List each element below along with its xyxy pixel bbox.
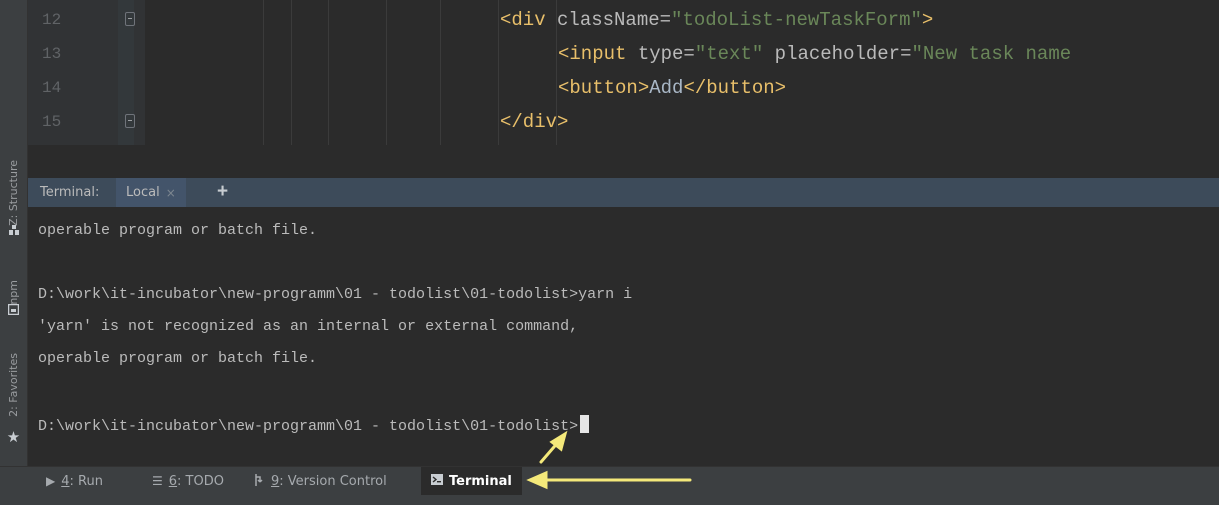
left-tool-strip: Z: Structure npm 2: Favorites ★ <box>0 0 28 466</box>
ide-window: 12 <div className="todoList-newTaskForm"… <box>0 0 1219 505</box>
code-attribute: className= <box>557 9 672 31</box>
code-string: "New task name <box>911 43 1072 65</box>
npm-icon <box>0 301 27 317</box>
code-line-12: 12 <div className="todoList-newTaskForm"… <box>28 6 1219 34</box>
text-cursor <box>580 415 590 433</box>
list-icon: ☰ <box>152 474 163 488</box>
code-line-14: 14 <button>Add</button> <box>28 74 1219 102</box>
vcs-icon <box>254 473 265 489</box>
terminal-tab-label: Terminal <box>449 473 512 489</box>
terminal-tab-local[interactable]: Local × <box>116 178 186 207</box>
code-tag: </div> <box>500 111 569 133</box>
terminal-output[interactable]: operable program or batch file. D:\work\… <box>28 207 1219 466</box>
version-control-tool-tab[interactable]: 9: Version Control <box>254 467 387 495</box>
favorites-tool-tab[interactable]: 2: Favorites <box>0 345 27 425</box>
terminal-line: 'yarn' is not recognized as an internal … <box>38 318 579 335</box>
close-icon[interactable]: × <box>166 186 176 200</box>
line-number: 12 <box>42 11 62 29</box>
code-line-15: 15 </div> <box>28 108 1219 136</box>
code-text: </div> <box>500 111 568 133</box>
code-attribute: placeholder= <box>763 43 912 65</box>
structure-tab-label: Z: Structure <box>7 159 20 226</box>
code-tag: <div <box>500 9 558 31</box>
terminal-prompt: D:\work\it-incubator\new-programm\01 - t… <box>38 418 579 435</box>
code-string: "text" <box>694 43 764 65</box>
code-plain-text: Add <box>649 77 684 99</box>
terminal-tool-tab[interactable]: Terminal <box>421 467 522 495</box>
favorites-tab-label: 2: Favorites <box>7 353 20 417</box>
line-number: 14 <box>42 79 62 97</box>
code-text: <div className="todoList-newTaskForm"> <box>500 9 933 31</box>
editor-empty-area <box>28 145 1219 178</box>
star-icon: ★ <box>6 429 21 446</box>
terminal-title: Terminal: <box>40 185 100 200</box>
version-control-tab-label: 9: Version Control <box>271 473 387 489</box>
structure-icon <box>0 222 27 238</box>
plus-icon[interactable]: + <box>217 181 228 203</box>
code-tag: <button> <box>558 77 650 99</box>
line-number: 13 <box>42 45 62 63</box>
terminal-line: D:\work\it-incubator\new-programm\01 - t… <box>38 286 633 303</box>
code-line-13: 13 <input type="text" placeholder="New t… <box>28 40 1219 68</box>
code-tag: <input <box>558 43 638 65</box>
fold-marker-icon[interactable] <box>125 12 135 26</box>
bottom-tool-bar: ▶ 4: Run ☰ 6: TODO 9: Version Control Te… <box>0 466 1219 495</box>
code-text: <input type="text" placeholder="New task… <box>558 43 1071 65</box>
play-icon: ▶ <box>46 474 56 488</box>
run-tab-label: 4: Run <box>61 473 103 489</box>
terminal-icon <box>431 474 443 488</box>
code-attribute: type= <box>637 43 695 65</box>
terminal-tab-label: Local <box>126 185 160 200</box>
status-bar <box>0 495 1219 505</box>
code-tag: > <box>921 9 934 31</box>
todo-tool-tab[interactable]: ☰ 6: TODO <box>152 467 224 495</box>
terminal-prompt-line[interactable]: D:\work\it-incubator\new-programm\01 - t… <box>38 415 590 435</box>
todo-tab-label: 6: TODO <box>168 473 224 489</box>
code-text: <button>Add</button> <box>558 77 786 99</box>
code-editor[interactable]: 12 <div className="todoList-newTaskForm"… <box>28 0 1219 178</box>
terminal-line: operable program or batch file. <box>38 222 318 239</box>
code-tag: </button> <box>683 77 787 99</box>
terminal-header: Terminal: Local × + <box>28 178 1219 207</box>
terminal-line: operable program or batch file. <box>38 350 318 367</box>
fold-marker-icon[interactable] <box>125 114 135 128</box>
run-tool-tab[interactable]: ▶ 4: Run <box>46 467 103 495</box>
line-number: 15 <box>42 113 62 131</box>
code-string: "todoList-newTaskForm" <box>671 9 922 31</box>
